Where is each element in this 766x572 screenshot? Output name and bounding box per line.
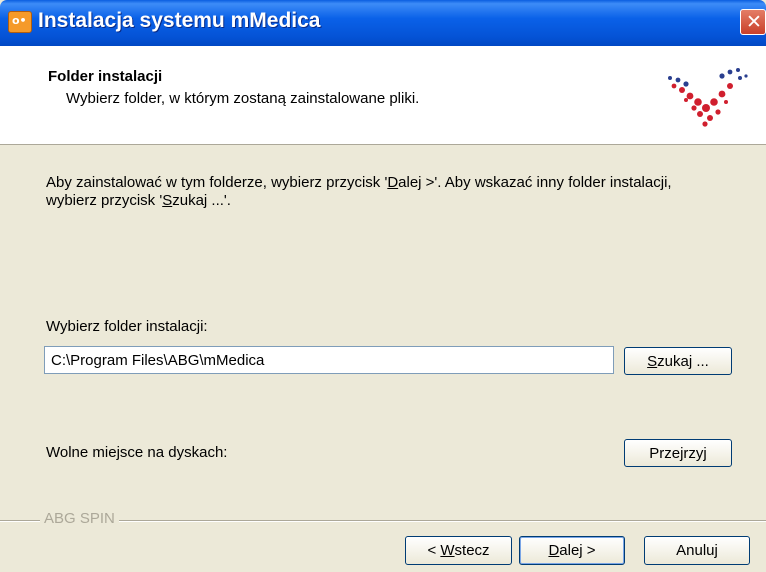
wizard-header: Folder instalacji Wybierz folder, w któr… [0, 46, 766, 145]
page-title: Folder instalacji [48, 68, 163, 85]
folder-label: Wybierz folder instalacji: [46, 318, 208, 335]
next-button[interactable]: Dalej > [519, 536, 625, 565]
installer-window: o• Instalacja systemu mMedica ✕ Folder i… [0, 0, 766, 572]
window-title: Instalacja systemu mMedica [38, 9, 321, 32]
cancel-button[interactable]: Anuluj [644, 536, 750, 565]
app-icon: o• [8, 11, 32, 33]
title-bar[interactable]: o• Instalacja systemu mMedica ✕ [0, 0, 766, 46]
install-folder-input[interactable] [44, 346, 614, 374]
instruction-line-2: wybierz przycisk 'Szukaj ...'. [46, 192, 231, 209]
page-subtitle: Wybierz folder, w którym zostaną zainsta… [66, 90, 420, 107]
close-button[interactable]: ✕ [740, 9, 766, 35]
review-button[interactable]: Przejrzyj [624, 439, 732, 467]
back-button[interactable]: < Wstecz [405, 536, 512, 565]
vendor-label: ABG SPIN [40, 510, 119, 527]
free-space-label: Wolne miejsce na dyskach: [46, 444, 228, 461]
instruction-text: Aby zainstalować w tym folderze, wybierz… [46, 174, 672, 210]
logo-icon [668, 68, 748, 127]
browse-button[interactable]: Szukaj ... [624, 347, 732, 375]
close-icon: ✕ [746, 11, 762, 33]
instruction-line-1: Aby zainstalować w tym folderze, wybierz… [46, 174, 672, 191]
